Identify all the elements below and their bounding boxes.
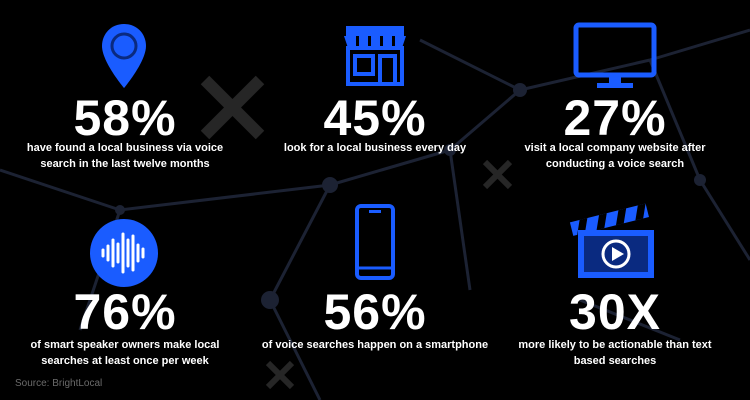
stat-value: 56% — [323, 284, 427, 340]
stat-value: 58% — [73, 90, 177, 146]
stat-value: 45% — [323, 90, 427, 146]
location-pin-icon — [102, 24, 146, 88]
stat-card-website-visit: 27% visit a local company website after … — [490, 0, 740, 200]
stat-card-daily-search: 45% look for a local business every day — [250, 0, 500, 200]
stat-card-smartphone: 56% of voice searches happen on a smartp… — [250, 200, 500, 380]
stat-description: of voice searches happen on a smartphone — [261, 339, 489, 351]
stat-description: more likely to be actionable than text b… — [518, 339, 712, 367]
stat-description: visit a local company website after cond… — [524, 142, 706, 170]
monitor-icon — [573, 22, 657, 88]
video-clapperboard-icon — [569, 203, 654, 278]
stat-card-smart-speaker: 76% of smart speaker owners make local s… — [0, 200, 250, 380]
sound-wave-icon — [90, 219, 158, 287]
storefront-icon — [344, 26, 406, 86]
stat-description: look for a local business every day — [283, 142, 467, 154]
stat-value: 30X — [569, 284, 661, 340]
source-credit: Source: BrightLocal — [15, 378, 103, 389]
stat-description: of smart speaker owners make local searc… — [30, 339, 220, 367]
stat-card-actionable: 30X more likely to be actionable than te… — [490, 200, 740, 380]
stat-description: have found a local business via voice se… — [26, 142, 224, 170]
stat-value: 27% — [563, 90, 667, 146]
stat-value: 76% — [73, 284, 177, 340]
stat-card-local-business-found: 58% have found a local business via voic… — [0, 0, 250, 200]
smartphone-icon — [355, 204, 395, 280]
